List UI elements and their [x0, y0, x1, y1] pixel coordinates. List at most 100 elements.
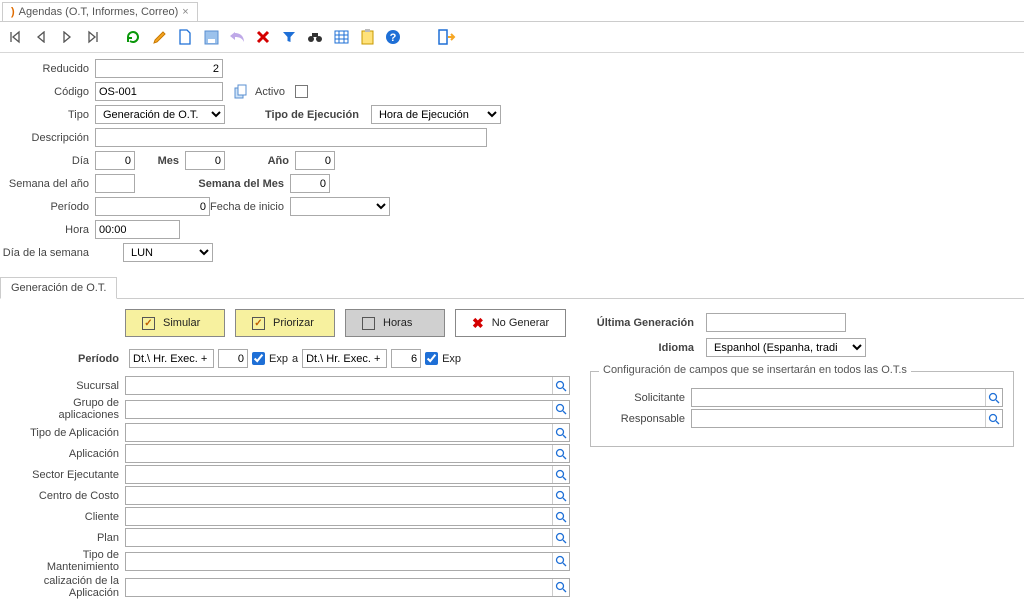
new-icon[interactable]: [176, 28, 194, 46]
last-icon[interactable]: [84, 28, 102, 46]
lookup-label: Cliente: [10, 511, 125, 523]
solicitante-label: Solicitante: [601, 392, 691, 404]
refresh-icon[interactable]: [124, 28, 142, 46]
ultima-gen-field[interactable]: [706, 313, 846, 332]
copy-icon[interactable]: [233, 84, 249, 100]
clipboard-icon[interactable]: [358, 28, 376, 46]
mes-field[interactable]: [185, 151, 225, 170]
periodo-field[interactable]: [95, 197, 210, 216]
lookup-field[interactable]: [126, 487, 552, 504]
toolbar: ?: [0, 22, 1024, 53]
lookup-row: Grupo de aplicaciones: [10, 397, 570, 421]
search-icon[interactable]: [552, 424, 569, 441]
dia-field[interactable]: [95, 151, 135, 170]
lookup-input[interactable]: [125, 423, 570, 442]
ano-field[interactable]: [295, 151, 335, 170]
semana-mes-field[interactable]: [290, 174, 330, 193]
lookup-input[interactable]: [125, 465, 570, 484]
lookup-label: Sucursal: [10, 380, 125, 392]
descripcion-field[interactable]: [95, 128, 487, 147]
search-icon[interactable]: [552, 445, 569, 462]
no-generar-button[interactable]: ✖No Generar: [455, 309, 566, 337]
lookup-field[interactable]: [126, 508, 552, 525]
filter-icon[interactable]: [280, 28, 298, 46]
lookup-input[interactable]: [125, 552, 570, 571]
search-icon[interactable]: [552, 466, 569, 483]
responsable-field[interactable]: [692, 410, 985, 427]
periodo-unit-to[interactable]: [302, 349, 387, 368]
solicitante-field[interactable]: [692, 389, 985, 406]
horas-button[interactable]: Horas: [345, 309, 445, 337]
edit-icon[interactable]: [150, 28, 168, 46]
priorizar-button[interactable]: Priorizar: [235, 309, 335, 337]
periodo-unit-from[interactable]: [129, 349, 214, 368]
lookup-field[interactable]: [126, 445, 552, 462]
activo-checkbox[interactable]: [295, 85, 308, 98]
lookup-label: Centro de Costo: [10, 490, 125, 502]
idioma-select[interactable]: Espanhol (Espanha, tradi: [706, 338, 866, 357]
first-icon[interactable]: [6, 28, 24, 46]
responsable-lookup[interactable]: [691, 409, 1003, 428]
prev-icon[interactable]: [32, 28, 50, 46]
periodo-from-field[interactable]: [218, 349, 248, 368]
lookup-input[interactable]: [125, 578, 570, 597]
lookup-row: Tipo de Aplicación: [10, 423, 570, 442]
app-tab-bar: ) Agendas (O.T, Informes, Correo) ×: [0, 0, 1024, 22]
lookup-input[interactable]: [125, 444, 570, 463]
reducido-field[interactable]: [95, 59, 223, 78]
codigo-field[interactable]: [95, 82, 223, 101]
help-icon[interactable]: ?: [384, 28, 402, 46]
binoculars-icon[interactable]: [306, 28, 324, 46]
grid-icon[interactable]: [332, 28, 350, 46]
undo-icon[interactable]: [228, 28, 246, 46]
exp1-checkbox[interactable]: [252, 352, 265, 365]
search-icon[interactable]: [552, 487, 569, 504]
solicitante-lookup[interactable]: [691, 388, 1003, 407]
ano-label: Año: [225, 155, 295, 167]
search-icon[interactable]: [552, 553, 569, 570]
search-icon[interactable]: [985, 410, 1002, 427]
delete-icon[interactable]: [254, 28, 272, 46]
search-icon[interactable]: [552, 401, 569, 418]
search-icon[interactable]: [552, 529, 569, 546]
periodo-label: Período: [0, 201, 95, 213]
next-icon[interactable]: [58, 28, 76, 46]
lookup-label: Aplicación: [10, 448, 125, 460]
tab-generacion[interactable]: Generación de O.T.: [0, 277, 117, 299]
lookup-field[interactable]: [126, 377, 552, 394]
save-icon[interactable]: [202, 28, 220, 46]
gen-right-column: Última Generación Idioma Espanhol (Espan…: [590, 309, 1014, 601]
tipo-ejecucion-select[interactable]: Hora de Ejecución: [371, 105, 501, 124]
lookup-input[interactable]: [125, 400, 570, 419]
lookup-row: Sector Ejecutante: [10, 465, 570, 484]
search-icon[interactable]: [552, 377, 569, 394]
lookup-input[interactable]: [125, 486, 570, 505]
lookup-field[interactable]: [126, 424, 552, 441]
lookup-input[interactable]: [125, 507, 570, 526]
lookup-input[interactable]: [125, 376, 570, 395]
lookup-field[interactable]: [126, 466, 552, 483]
reducido-label: Reducido: [0, 63, 95, 75]
close-icon[interactable]: ×: [182, 6, 188, 18]
lookup-input[interactable]: [125, 528, 570, 547]
periodo-to-field[interactable]: [391, 349, 421, 368]
app-tab[interactable]: ) Agendas (O.T, Informes, Correo) ×: [2, 2, 198, 21]
hora-field[interactable]: [95, 220, 180, 239]
lookup-field[interactable]: [126, 553, 552, 570]
dia-semana-select[interactable]: LUN: [123, 243, 213, 262]
simular-button[interactable]: Simular: [125, 309, 225, 337]
semana-ano-field[interactable]: [95, 174, 135, 193]
search-icon[interactable]: [552, 508, 569, 525]
exit-icon[interactable]: [438, 28, 456, 46]
search-icon[interactable]: [985, 389, 1002, 406]
tipo-select[interactable]: Generación de O.T.: [95, 105, 225, 124]
exp2-label: Exp: [442, 353, 461, 365]
fecha-inicio-select[interactable]: [290, 197, 390, 216]
lookup-field[interactable]: [126, 529, 552, 546]
lookup-field[interactable]: [126, 579, 552, 596]
search-icon[interactable]: [552, 579, 569, 596]
lookup-field[interactable]: [126, 401, 552, 418]
dia-semana-label: Día de la semana: [0, 247, 95, 259]
exp2-checkbox[interactable]: [425, 352, 438, 365]
gen-left-column: Simular Priorizar Horas ✖No Generar Perí…: [10, 309, 570, 601]
